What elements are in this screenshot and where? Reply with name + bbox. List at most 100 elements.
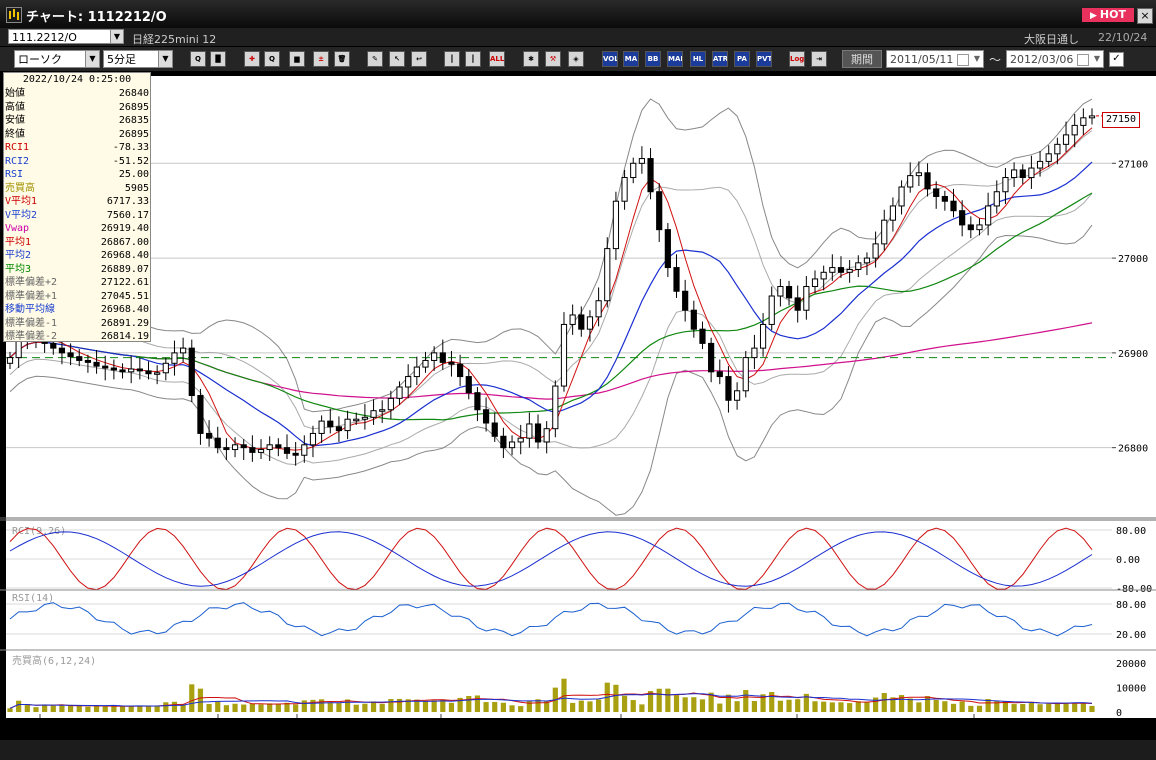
candle-body xyxy=(474,392,481,411)
volume-bar xyxy=(275,704,281,712)
date-from-field[interactable]: 2011/05/11 ▼ xyxy=(886,50,984,68)
log-button[interactable]: Log xyxy=(789,51,805,67)
candle-body xyxy=(811,278,819,288)
tools-icon[interactable]: ⚒ xyxy=(545,51,561,67)
chevron-down-icon[interactable]: ▼ xyxy=(110,30,123,43)
candle-body xyxy=(742,357,749,392)
candle-body xyxy=(266,444,273,451)
info-label: RCI1 xyxy=(5,142,30,153)
settings-icon[interactable]: ✱ xyxy=(523,51,539,67)
bb-button[interactable]: BB xyxy=(645,51,661,67)
price-tick-label: 26800 xyxy=(1118,444,1148,455)
volume-bar xyxy=(691,697,697,712)
interval-select[interactable]: 5分足 ▼ xyxy=(103,50,173,68)
date-to-field[interactable]: 2012/03/06 ▼ xyxy=(1006,50,1104,68)
cursor-icon[interactable]: ↖ xyxy=(389,51,405,67)
chevron-down-icon[interactable]: ▼ xyxy=(158,51,172,67)
magnify-chart-icon[interactable]: Q xyxy=(264,51,280,67)
candle-body xyxy=(50,342,57,349)
hl-button[interactable]: HL xyxy=(690,51,706,67)
volume-bar xyxy=(93,705,100,712)
close-button[interactable]: × xyxy=(1137,8,1153,24)
volume-bar xyxy=(85,706,91,712)
info-row: RCI2 -51.52 xyxy=(5,155,149,168)
info-row: 始値 26840 xyxy=(5,87,149,100)
chart-scrollbar[interactable] xyxy=(0,740,1156,760)
volume-bar xyxy=(950,703,957,712)
volume-bar xyxy=(370,701,377,712)
candle-body xyxy=(837,267,845,273)
info-value: 26919.40 xyxy=(100,223,149,234)
info-label: 売買高 xyxy=(5,182,35,194)
candle-body xyxy=(84,359,92,363)
chart-type-select[interactable]: ローソク ▼ xyxy=(14,50,100,68)
chevron-down-icon[interactable]: ▼ xyxy=(85,51,99,67)
pvt-button[interactable]: PVT xyxy=(756,51,772,67)
volume-bar xyxy=(587,701,593,712)
chart-canvas[interactable]: 2710027000269002680080.000.00-80.00RCI(9… xyxy=(0,72,1156,760)
vol-button[interactable]: VOL xyxy=(602,51,618,67)
candle-body xyxy=(457,363,464,378)
volume-bar xyxy=(656,688,662,712)
info-row: 終値 26895 xyxy=(5,128,149,141)
atr-button[interactable]: ATR xyxy=(712,51,728,67)
chevron-down-icon[interactable]: ▼ xyxy=(1091,51,1103,67)
bars-icon[interactable]: ▐▌ xyxy=(210,51,226,67)
candle-body xyxy=(162,362,169,374)
volume-bar xyxy=(24,704,30,712)
volume-bar xyxy=(924,696,931,712)
arrow-icon[interactable]: ↩ xyxy=(411,51,427,67)
volume-bar xyxy=(1054,702,1060,712)
bar-chart-icon[interactable]: ▆ xyxy=(289,51,305,67)
volume-bar xyxy=(232,703,238,712)
candle-body xyxy=(387,397,394,411)
info-label: Vwap xyxy=(5,223,30,234)
zoom-icon[interactable]: Q xyxy=(190,51,206,67)
mae-button[interactable]: MAE xyxy=(667,51,683,67)
volume-bar xyxy=(682,697,688,712)
calendar-icon[interactable] xyxy=(957,54,969,66)
apply-checkbox[interactable]: ✓ xyxy=(1109,52,1124,67)
hot-button[interactable]: ▶ HOT xyxy=(1082,8,1134,22)
chevron-down-icon[interactable]: ▼ xyxy=(971,51,983,67)
candle-body xyxy=(128,368,135,373)
candle-body xyxy=(725,376,732,401)
volume-bar xyxy=(596,699,602,712)
all-button[interactable]: ALL xyxy=(489,51,505,67)
info-value: -78.33 xyxy=(112,142,149,153)
color-icon[interactable]: ◈ xyxy=(568,51,584,67)
volume-bar xyxy=(976,705,983,712)
volume-tick-label: 0 xyxy=(1116,708,1122,719)
candle-two-icon[interactable]: ┃ xyxy=(465,51,481,67)
candle-body xyxy=(318,420,325,434)
volume-bar xyxy=(959,701,965,712)
volume-bar xyxy=(16,700,22,712)
candle-body xyxy=(283,447,291,454)
volume-bar xyxy=(258,704,264,712)
ma-button[interactable]: MA xyxy=(623,51,639,67)
trash-icon[interactable]: 🗑 xyxy=(334,51,350,67)
volume-bar xyxy=(50,705,56,712)
candle-one-icon[interactable]: ┃ xyxy=(444,51,460,67)
volume-bar xyxy=(448,702,455,712)
last-price-tag: 27150 xyxy=(1102,112,1140,128)
volume-bar xyxy=(223,705,229,712)
candle-body xyxy=(240,444,247,449)
chart-area[interactable]: 27100 27000 26900 26800 80.00 0.00 -80.00 RCI(9… xyxy=(0,72,1156,760)
scale-icon[interactable]: ± xyxy=(313,51,329,67)
export-icon[interactable]: ⇥ xyxy=(811,51,827,67)
period-button[interactable]: 期間 xyxy=(842,50,882,68)
pencil-icon[interactable]: ✎ xyxy=(367,51,383,67)
volume-bar xyxy=(639,704,645,712)
pa-button[interactable]: PA xyxy=(734,51,750,67)
candle-tool-icon[interactable]: ✚ xyxy=(244,51,260,67)
calendar-icon[interactable] xyxy=(1077,54,1089,66)
code-value: 111.2212/O xyxy=(12,31,77,44)
candle-body xyxy=(1071,124,1078,136)
chart-app-icon xyxy=(6,7,22,23)
candle-body xyxy=(959,210,966,226)
code-select[interactable]: 111.2212/O ▼ xyxy=(8,29,124,44)
candle-body xyxy=(855,262,862,270)
info-label: 平均1 xyxy=(5,236,32,248)
candle-body xyxy=(751,347,758,359)
